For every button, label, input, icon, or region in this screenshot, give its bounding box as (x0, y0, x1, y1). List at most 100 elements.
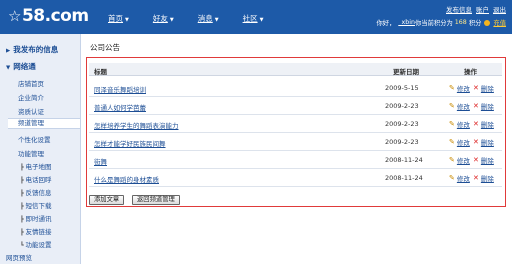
table-row: 同泽音乐舞蹈培训 2009-5-15 ✎ 修改 ✕ 删除 (89, 79, 502, 97)
caret-down-icon: ▼ (125, 17, 129, 23)
edit-action[interactable]: ✎ 修改 (449, 137, 470, 147)
edit-label: 修改 (456, 157, 470, 165)
sidebar-section-my-posts[interactable]: ▶ 我发布的信息 (6, 44, 58, 55)
row-date: 2008-11-24 (385, 156, 423, 164)
edit-label: 修改 (456, 85, 470, 93)
add-article-button[interactable]: 添加文章 (89, 195, 125, 205)
delete-action[interactable]: ✕ 删除 (473, 173, 494, 183)
delete-x-icon: ✕ (473, 120, 479, 128)
sidebar-sub-settings[interactable]: 功能设置 (20, 239, 52, 249)
logo-star-icon: ☆ (8, 7, 21, 25)
edit-label: 修改 (456, 121, 470, 129)
pencil-icon: ✎ (449, 174, 455, 182)
row-date: 2009-2-23 (385, 138, 419, 146)
delete-action[interactable]: ✕ 删除 (473, 155, 494, 165)
sidebar-sub-sms[interactable]: 短信下载 (20, 200, 52, 210)
delete-x-icon: ✕ (473, 102, 479, 110)
logout-link[interactable]: 退出 (493, 4, 506, 14)
table-header (89, 63, 502, 76)
delete-label: 删除 (480, 175, 494, 183)
row-title-link[interactable]: 怎样才能学好民族民间舞 (94, 138, 166, 148)
column-header-action: 操作 (464, 68, 477, 76)
nav-home-label: 首页 (108, 14, 123, 23)
pencil-icon: ✎ (449, 120, 455, 128)
delete-action[interactable]: ✕ 删除 (473, 83, 494, 93)
table-row: 普通人如何学芭蕾 2009-2-23 ✎ 修改 ✕ 删除 (89, 97, 502, 115)
caret-down-icon: ▼ (214, 17, 219, 23)
sidebar-item-channel-manage[interactable]: 频道管理 (8, 118, 80, 129)
nav-friends-label: 好友 (152, 14, 168, 23)
nav-community[interactable]: 社区 ▼ (243, 13, 264, 24)
triangle-right-icon: ▶ (6, 48, 11, 54)
sidebar-section-network[interactable]: ▼ 网络通 (6, 61, 36, 72)
nav-messages-label: 消息 (197, 14, 213, 23)
edit-label: 修改 (456, 175, 470, 183)
score-text: 你当前积分为 (415, 20, 453, 27)
delete-label: 删除 (480, 103, 494, 111)
edit-action[interactable]: ✎ 修改 (449, 173, 470, 183)
score-unit: 积分 (468, 20, 482, 27)
table-row: 怎样才能学好民族民间舞 2009-2-23 ✎ 修改 ✕ 删除 (89, 133, 502, 151)
delete-x-icon: ✕ (473, 174, 479, 182)
edit-action[interactable]: ✎ 修改 (449, 83, 470, 93)
row-title-link[interactable]: 同泽音乐舞蹈培训 (94, 84, 146, 94)
delete-x-icon: ✕ (473, 138, 479, 146)
pencil-icon: ✎ (449, 84, 455, 92)
sidebar-sub-map[interactable]: 电子地图 (20, 161, 52, 171)
sidebar-item-shop-home[interactable]: 店铺首页 (18, 78, 44, 88)
delete-x-icon: ✕ (473, 156, 479, 164)
edit-action[interactable]: ✎ 修改 (449, 119, 470, 129)
edit-action[interactable]: ✎ 修改 (449, 101, 470, 111)
pencil-icon: ✎ (449, 102, 455, 110)
triangle-down-icon: ▼ (6, 65, 11, 71)
row-date: 2009-2-23 (385, 102, 419, 110)
account-link[interactable]: 账户 (476, 4, 489, 14)
greeting: 你好， (376, 20, 396, 27)
caret-down-icon: ▼ (259, 17, 264, 23)
column-header-title: 标题 (94, 68, 107, 76)
recharge-link[interactable]: 充值 (493, 18, 506, 27)
sidebar-item-certification[interactable]: 资质认证 (18, 106, 44, 116)
sidebar-item-function-manage[interactable]: 功能管理 (18, 148, 44, 158)
row-title-link[interactable]: 街舞 (94, 156, 107, 166)
pencil-icon: ✎ (449, 138, 455, 146)
sidebar-item-preview[interactable]: 网页预览 (6, 252, 32, 262)
sidebar-sub-feedback[interactable]: 反馈信息 (20, 187, 52, 197)
back-to-channel-button[interactable]: 返回频道管理 (132, 195, 180, 205)
delete-label: 删除 (480, 139, 494, 147)
nav-messages[interactable]: 消息 ▼ (198, 13, 219, 24)
caret-down-icon: ▼ (169, 17, 174, 23)
section-label: 网络通 (13, 62, 36, 71)
top-links: 发布信息 账户 退出 (442, 4, 506, 14)
delete-x-icon: ✕ (473, 84, 479, 92)
sidebar-sub-links[interactable]: 友情链接 (20, 226, 52, 236)
nav-friends[interactable]: 好友 ▼ (153, 13, 174, 24)
table-row: 什么是舞蹈的身材素质 2008-11-24 ✎ 修改 ✕ 删除 (89, 169, 502, 187)
delete-label: 删除 (480, 157, 494, 165)
delete-action[interactable]: ✕ 删除 (473, 101, 494, 111)
coin-icon (484, 19, 491, 26)
row-date: 2008-11-24 (385, 174, 423, 182)
section-label: 我发布的信息 (13, 45, 59, 54)
sidebar-sub-im[interactable]: 即时通讯 (20, 213, 52, 223)
delete-label: 删除 (480, 85, 494, 93)
delete-action[interactable]: ✕ 删除 (473, 137, 494, 147)
edit-label: 修改 (456, 103, 470, 111)
row-title-link[interactable]: 什么是舞蹈的身材素质 (94, 174, 159, 184)
delete-action[interactable]: ✕ 删除 (473, 119, 494, 129)
site-logo[interactable]: ☆58.com (8, 6, 89, 26)
top-bar: ☆58.com 首页 ▼ 好友 ▼ 消息 ▼ 社区 ▼ 发布信息 账户 退出 你好， _… (0, 0, 512, 34)
edit-action[interactable]: ✎ 修改 (449, 155, 470, 165)
row-title-link[interactable]: 普通人如何学芭蕾 (94, 102, 146, 112)
username-link[interactable]: _xbin (398, 19, 415, 26)
sidebar-sub-callback[interactable]: 电话回呼 (20, 174, 52, 184)
table-row: 街舞 2008-11-24 ✎ 修改 ✕ 删除 (89, 151, 502, 169)
sidebar-item-company-intro[interactable]: 企业简介 (18, 92, 44, 102)
row-date: 2009-5-15 (385, 84, 419, 92)
row-title-link[interactable]: 怎样培养学生的舞蹈表演能力 (94, 120, 179, 130)
table-row: 怎样培养学生的舞蹈表演能力 2009-2-23 ✎ 修改 ✕ 删除 (89, 115, 502, 133)
nav-home[interactable]: 首页 ▼ (108, 13, 129, 24)
sidebar-item-personalize[interactable]: 个性化设置 (18, 134, 51, 144)
publish-link[interactable]: 发布信息 (446, 4, 472, 14)
page-title: 公司公告 (90, 43, 120, 52)
